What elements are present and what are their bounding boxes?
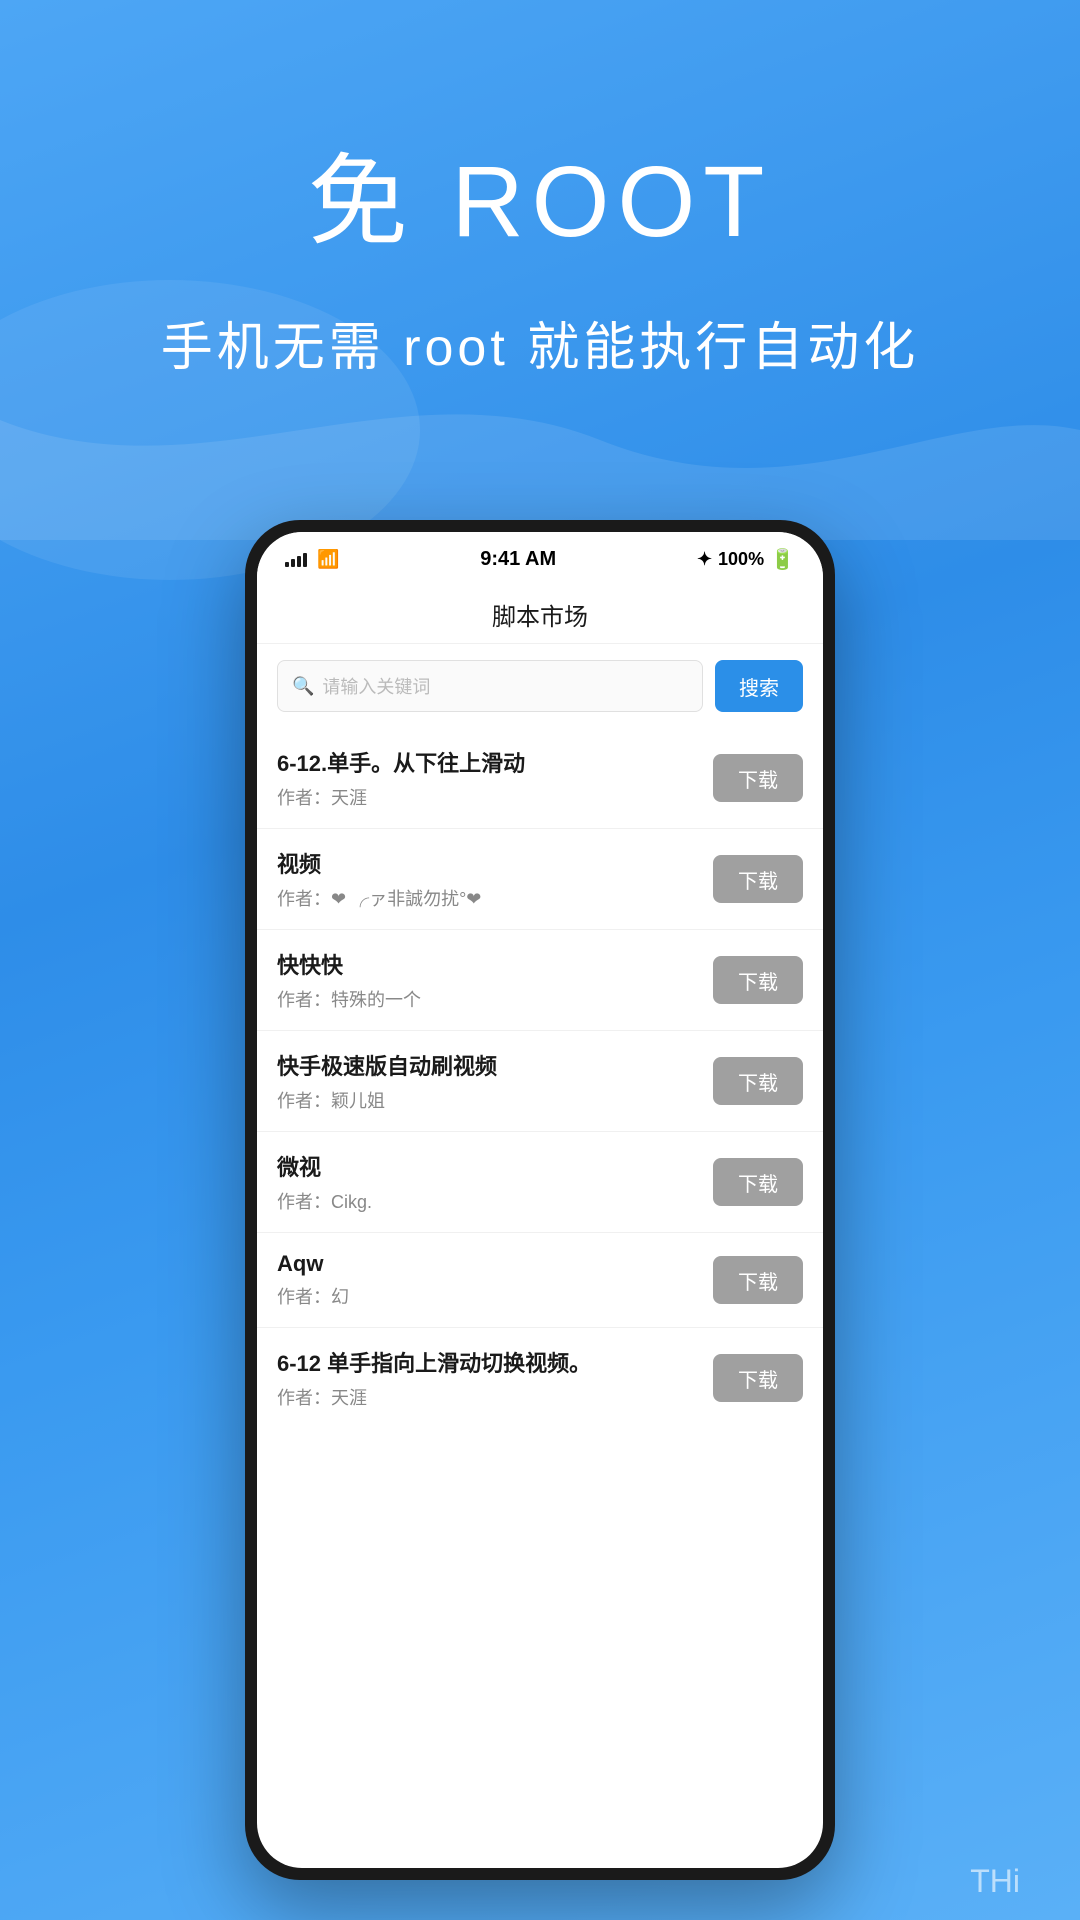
signal-bar-3 [297, 556, 301, 567]
search-placeholder: 请输入关键词 [322, 673, 430, 699]
script-info: 微视 作者：Cikg. [277, 1150, 713, 1214]
signal-bar-4 [303, 553, 307, 567]
list-item: 视频 作者：❤ ╭ァ非誠勿扰°❤ 下载 [257, 829, 823, 930]
status-bar: 📶 9:41 AM ✦ 100% 🔋 [257, 532, 823, 586]
hero-title: 免 ROOT [0, 120, 1080, 265]
search-icon: 🔍 [292, 676, 314, 697]
app-header: 脚本市场 [257, 586, 823, 644]
app-title: 脚本市场 [492, 597, 588, 632]
script-info: Aqw 作者：幻 [277, 1251, 713, 1309]
script-name: Aqw [277, 1251, 713, 1277]
list-item: Aqw 作者：幻 下载 [257, 1233, 823, 1328]
signal-bar-1 [285, 562, 289, 567]
script-info: 视频 作者：❤ ╭ァ非誠勿扰°❤ [277, 847, 713, 911]
script-author: 作者：颖儿姐 [277, 1087, 713, 1113]
phone-frame: 📶 9:41 AM ✦ 100% 🔋 脚本市场 🔍 请输入关键词 搜 [245, 520, 835, 1880]
download-button[interactable]: 下载 [713, 754, 803, 802]
script-name: 6-12 单手指向上滑动切换视频。 [277, 1346, 713, 1378]
script-name: 快手极速版自动刷视频 [277, 1049, 713, 1081]
script-author: 作者：幻 [277, 1283, 713, 1309]
script-author: 作者：特殊的一个 [277, 986, 713, 1012]
phone-screen: 📶 9:41 AM ✦ 100% 🔋 脚本市场 🔍 请输入关键词 搜 [257, 532, 823, 1868]
list-item: 快手极速版自动刷视频 作者：颖儿姐 下载 [257, 1031, 823, 1132]
watermark: THi [970, 1863, 1020, 1900]
status-right: ✦ 100% 🔋 [697, 547, 795, 572]
script-author: 作者：❤ ╭ァ非誠勿扰°❤ [277, 885, 713, 911]
battery-icon: 🔋 [770, 547, 795, 572]
download-button[interactable]: 下载 [713, 1057, 803, 1105]
signal-bar-2 [291, 559, 295, 567]
script-author: 作者：天涯 [277, 784, 713, 810]
battery-text: 100% [718, 549, 764, 570]
script-name: 快快快 [277, 948, 713, 980]
signal-bars [285, 551, 307, 567]
status-time: 9:41 AM [480, 548, 556, 571]
download-button[interactable]: 下载 [713, 1354, 803, 1402]
bluetooth-icon: ✦ [697, 549, 712, 570]
download-button[interactable]: 下载 [713, 1158, 803, 1206]
script-author: 作者：天涯 [277, 1384, 713, 1410]
hero-section: 免 ROOT 手机无需 root 就能执行自动化 [0, 0, 1080, 380]
script-info: 快手极速版自动刷视频 作者：颖儿姐 [277, 1049, 713, 1113]
status-left: 📶 [285, 549, 339, 570]
download-button[interactable]: 下载 [713, 855, 803, 903]
script-author: 作者：Cikg. [277, 1188, 713, 1214]
hero-subtitle: 手机无需 root 就能执行自动化 [0, 305, 1080, 380]
list-item: 微视 作者：Cikg. 下载 [257, 1132, 823, 1233]
list-item: 6-12 单手指向上滑动切换视频。 作者：天涯 下载 [257, 1328, 823, 1428]
wifi-icon: 📶 [317, 549, 339, 570]
list-item: 快快快 作者：特殊的一个 下载 [257, 930, 823, 1031]
download-button[interactable]: 下载 [713, 956, 803, 1004]
phone-mockup: 📶 9:41 AM ✦ 100% 🔋 脚本市场 🔍 请输入关键词 搜 [245, 520, 835, 1880]
search-area: 🔍 请输入关键词 搜索 [257, 644, 823, 728]
list-item: 6-12.单手。从下往上滑动 作者：天涯 下载 [257, 728, 823, 829]
search-input-wrap[interactable]: 🔍 请输入关键词 [277, 660, 703, 712]
script-info: 6-12.单手。从下往上滑动 作者：天涯 [277, 746, 713, 810]
script-list: 6-12.单手。从下往上滑动 作者：天涯 下载 视频 作者：❤ ╭ァ非誠勿扰°❤… [257, 728, 823, 1428]
script-info: 快快快 作者：特殊的一个 [277, 948, 713, 1012]
script-name: 微视 [277, 1150, 713, 1182]
script-name: 视频 [277, 847, 713, 879]
download-button[interactable]: 下载 [713, 1256, 803, 1304]
script-name: 6-12.单手。从下往上滑动 [277, 746, 713, 778]
search-button[interactable]: 搜索 [715, 660, 803, 712]
script-info: 6-12 单手指向上滑动切换视频。 作者：天涯 [277, 1346, 713, 1410]
